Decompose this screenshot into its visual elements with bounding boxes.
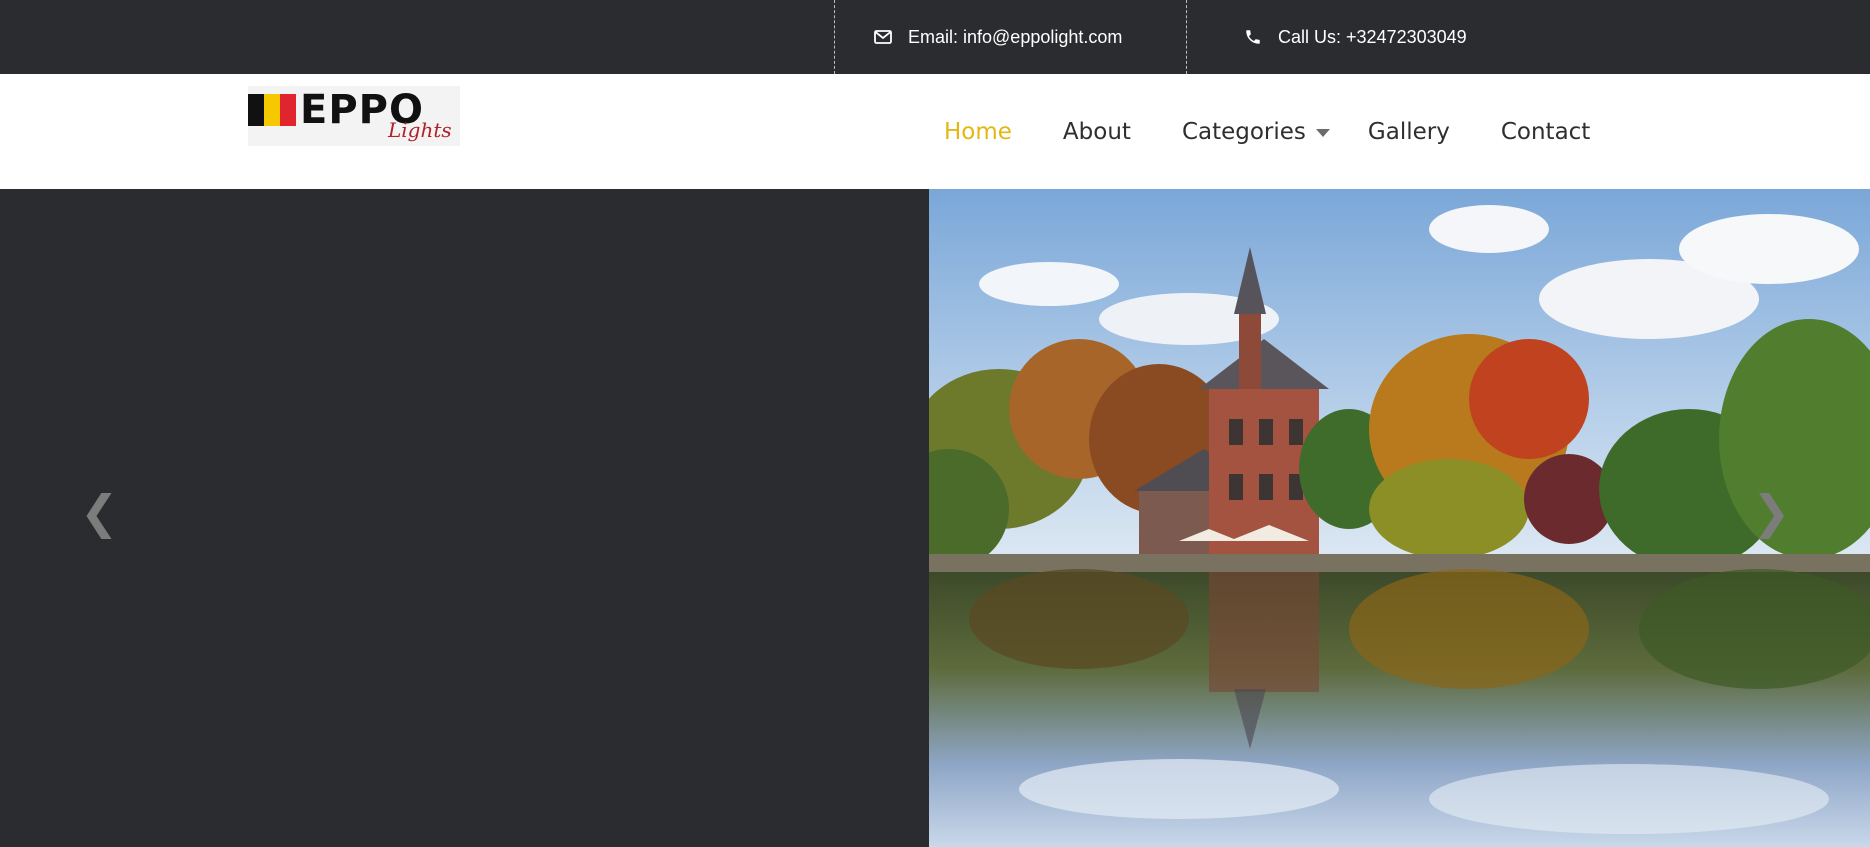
main-navigation: Home About Categories Gallery Contact bbox=[944, 74, 1590, 189]
nav-item-label: Home bbox=[944, 118, 1012, 145]
slider-next-arrow[interactable]: ❯ bbox=[1752, 489, 1791, 535]
hero-slider: ❮ ❯ bbox=[0, 189, 1870, 847]
envelope-icon bbox=[872, 26, 894, 48]
topbar-divider bbox=[1186, 0, 1187, 74]
slider-prev-arrow[interactable]: ❮ bbox=[80, 489, 119, 535]
nav-item-categories[interactable]: Categories bbox=[1182, 119, 1330, 145]
caret-down-icon bbox=[1315, 129, 1330, 137]
nav-item-gallery[interactable]: Gallery bbox=[1368, 119, 1450, 145]
nav-item-home[interactable]: Home bbox=[944, 119, 1012, 145]
nav-item-label: Gallery bbox=[1367, 118, 1450, 145]
phone-contact[interactable]: Call Us: +32472303049 bbox=[1242, 0, 1467, 74]
email-text: Email: info@eppolight.com bbox=[908, 26, 1123, 47]
phone-icon bbox=[1242, 26, 1264, 48]
site-logo[interactable]: EPPO Lights bbox=[248, 86, 460, 146]
nav-item-contact[interactable]: Contact bbox=[1501, 119, 1590, 145]
nav-item-label: About bbox=[1062, 118, 1131, 145]
topbar-divider bbox=[834, 0, 835, 74]
nav-item-about[interactable]: About bbox=[1063, 119, 1131, 145]
nav-item-label: Categories bbox=[1181, 118, 1306, 145]
castle-by-lake-photo bbox=[929, 189, 1870, 847]
site-header: EPPO Lights Home About Categories Galler… bbox=[0, 74, 1870, 189]
logo-subtitle-text: Lights bbox=[388, 118, 452, 142]
email-contact[interactable]: Email: info@eppolight.com bbox=[872, 0, 1122, 74]
nav-item-label: Contact bbox=[1500, 118, 1591, 145]
belgian-flag-icon bbox=[248, 94, 296, 126]
phone-text: Call Us: +32472303049 bbox=[1278, 26, 1467, 47]
top-contact-bar: Email: info@eppolight.com Call Us: +3247… bbox=[0, 0, 1870, 74]
